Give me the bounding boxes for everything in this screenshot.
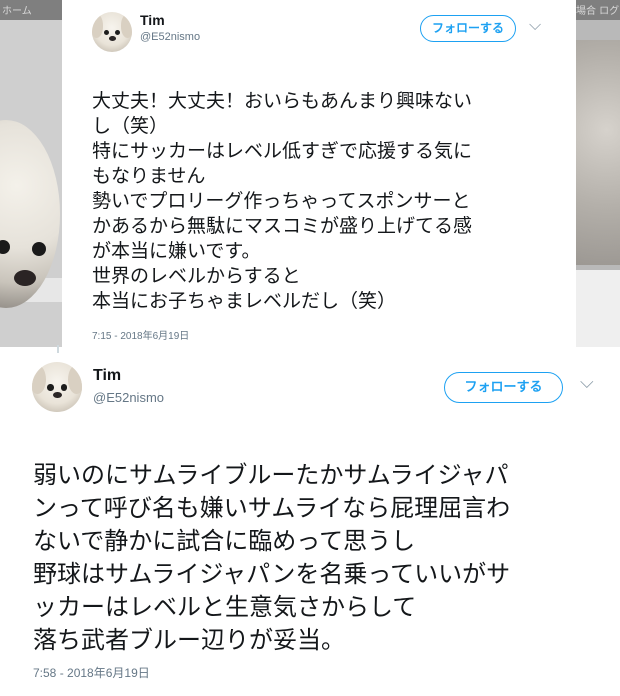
background-right-panel [576,20,620,347]
tweet-timestamp[interactable]: 7:15 - 2018年6月19日 [92,327,189,342]
tweet-line: 野球はサムライジャパンを名乗っていいがサ [33,560,511,588]
tweet-line: 大丈夫！大丈夫！おいらもあんまり興味ない [92,90,473,112]
avatar[interactable] [92,12,132,52]
tweet-timestamp[interactable]: 7:58 - 2018年6月19日 [33,664,150,681]
tweet-line: 世界のレベルからすると [92,265,301,287]
tweet-line: 弱いのにサムライブルーたかサムライジャパ [33,461,509,489]
tweet-card: Tim @E52nismo フォローする ⌵ 弱いのにサムライブルーたかサムライ… [0,353,620,696]
background-nav-text-left: ホーム [2,6,32,17]
tweet-line: 特にサッカーはレベル低すぎで応援する気に [92,140,473,162]
follow-button[interactable]: フォローする [420,15,516,42]
tweet-line: し（笑） [92,115,169,137]
follow-button[interactable]: フォローする [444,372,563,403]
tweet-line: もなりません [92,165,206,187]
user-name[interactable]: Tim [93,367,121,385]
avatar[interactable] [32,362,82,412]
chevron-down-icon[interactable]: ⌵ [529,15,541,35]
tweet-line: 勢いでプロリーグ作っちゃってスポンサーと [92,190,471,212]
chevron-down-icon[interactable]: ⌵ [580,372,594,393]
tweet-card: Tim @E52nismo フォローする ⌵ 大丈夫！大丈夫！おいらもあんまり興… [62,0,576,347]
top-screenshot: ホーム の場合 ログ Tim @E52nismo フォローする ⌵ 大丈夫！大丈… [0,0,620,347]
tweet-line: ッカーはレベルと生意気さからして [33,593,417,621]
tweet-line: 本当にお子ちゃまレベルだし（笑） [92,290,397,312]
tweet-line: かあるから無駄にマスコミが盛り上げてる感 [92,215,473,237]
tweet-line: 落ち武者ブルー辺りが妥当。 [33,626,345,654]
user-handle[interactable]: @E52nismo [93,390,164,405]
user-handle[interactable]: @E52nismo [140,31,200,43]
tweet-line: ないで静かに試合に臨めって思うし [33,527,416,555]
tweet-line: ンって呼び名も嫌いサムライなら屁理屈言わ [33,494,511,522]
tweet-line: が本当に嫌いです。 [92,240,261,262]
user-name[interactable]: Tim [140,12,165,28]
background-dog-photo-right [576,40,620,265]
